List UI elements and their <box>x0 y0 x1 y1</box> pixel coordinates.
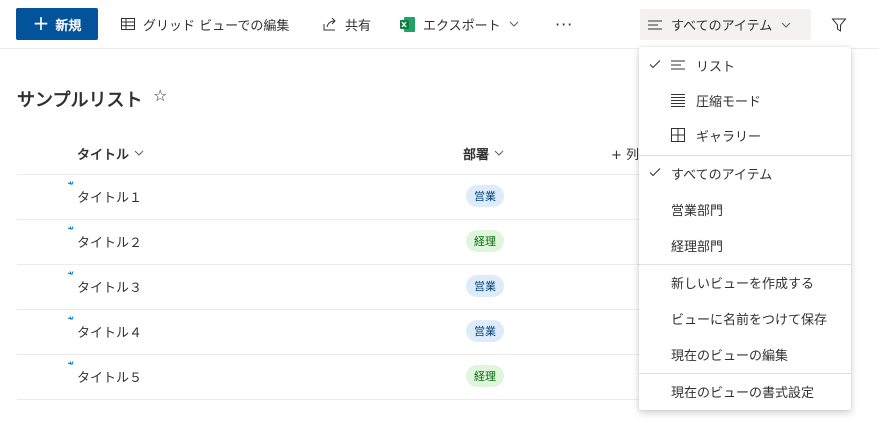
view-selector[interactable]: すべてのアイテム <box>640 9 811 40</box>
favorite-star-icon[interactable]: ☆ <box>153 86 167 105</box>
table-row[interactable]: タイトル５ 経理 <box>17 355 639 400</box>
new-button-label: 新規 <box>55 18 82 34</box>
new-item-icon <box>67 271 74 275</box>
plus-icon: + <box>32 11 50 35</box>
menu-item-label: 現在のビューの編集 <box>671 348 789 364</box>
row-title[interactable]: タイトル３ <box>77 277 142 296</box>
share-button[interactable]: 共有 <box>322 8 371 40</box>
list-icon <box>671 60 685 70</box>
compact-icon <box>671 94 685 107</box>
new-button[interactable]: + 新規 <box>16 8 98 40</box>
menu-item-gallery-layout[interactable]: ギャラリー <box>639 118 851 152</box>
new-item-icon <box>67 226 74 230</box>
menu-item-list-layout[interactable]: リスト <box>639 48 851 82</box>
menu-item-format-view[interactable]: 現在のビューの書式設定 <box>639 374 851 408</box>
share-label: 共有 <box>345 18 372 34</box>
export-button[interactable]: エクスポート <box>399 8 520 40</box>
menu-item-edit-view[interactable]: 現在のビューの編集 <box>639 337 851 371</box>
list-icon <box>648 20 662 29</box>
menu-item-label: 経理部門 <box>671 239 724 255</box>
chevron-down-icon <box>134 150 144 156</box>
dept-badge: 経理 <box>466 230 504 252</box>
menu-item-label: ギャラリー <box>696 129 762 145</box>
export-label: エクスポート <box>423 18 501 34</box>
view-options-menu: リスト 圧縮モード ギャラリー すべてのアイテム 営業部門 経理部門 新しいビュ… <box>639 47 851 410</box>
column-header-dept[interactable]: 部署 <box>463 143 505 163</box>
view-selector-label: すべてのアイテム <box>671 19 773 34</box>
new-item-icon <box>67 316 74 320</box>
filter-button[interactable] <box>826 12 852 38</box>
excel-icon <box>400 16 415 32</box>
row-title[interactable]: タイトル５ <box>77 367 142 386</box>
menu-item-label: 圧縮モード <box>696 94 762 110</box>
dept-badge: 営業 <box>466 275 504 297</box>
menu-item-label: 現在のビューの書式設定 <box>671 385 815 401</box>
table-row[interactable]: タイトル１ 営業 <box>17 175 639 220</box>
chevron-down-icon <box>494 150 504 156</box>
menu-item-label: すべてのアイテム <box>671 167 773 183</box>
column-header-title[interactable]: タイトル <box>77 143 145 163</box>
table-row[interactable]: タイトル４ 営業 <box>17 310 639 355</box>
menu-item-label: リスト <box>696 59 736 75</box>
more-button[interactable]: ··· <box>555 8 573 40</box>
row-title[interactable]: タイトル２ <box>77 232 142 251</box>
dept-badge: 営業 <box>466 185 504 207</box>
chevron-down-icon <box>781 22 791 28</box>
add-column-button[interactable]: + 列 <box>611 143 639 163</box>
more-icon: ··· <box>555 14 574 34</box>
menu-item-view-all[interactable]: すべてのアイテム <box>639 156 851 190</box>
share-icon <box>323 17 336 31</box>
grid-icon <box>121 18 135 30</box>
grid-edit-button[interactable]: グリッド ビューでの編集 <box>120 8 289 40</box>
dept-badge: 経理 <box>466 365 504 387</box>
filter-icon <box>831 18 847 32</box>
gallery-icon <box>671 128 685 142</box>
add-column-label: + 列 <box>611 147 640 163</box>
menu-item-label: 営業部門 <box>671 203 724 219</box>
table-row[interactable]: タイトル２ 経理 <box>17 220 639 265</box>
command-bar: + 新規 グリッド ビューでの編集 共有 エクスポート ··· すべてのアイテム <box>0 0 879 49</box>
new-item-icon <box>67 181 74 185</box>
menu-item-save-view-as[interactable]: ビューに名前をつけて保存 <box>639 301 851 335</box>
menu-item-view-accounting[interactable]: 経理部門 <box>639 228 851 262</box>
menu-item-create-view[interactable]: 新しいビューを作成する <box>639 265 851 299</box>
table-row[interactable]: タイトル３ 営業 <box>17 265 639 310</box>
column-header-title-label: タイトル <box>77 147 130 163</box>
menu-item-view-sales[interactable]: 営業部門 <box>639 192 851 226</box>
row-title[interactable]: タイトル４ <box>77 322 142 341</box>
chevron-down-icon <box>509 21 518 27</box>
menu-item-label: ビューに名前をつけて保存 <box>671 312 828 328</box>
column-header-dept-label: 部署 <box>463 147 490 163</box>
checkmark-icon <box>649 60 661 69</box>
row-title[interactable]: タイトル１ <box>77 187 142 206</box>
grid-edit-label: グリッド ビューでの編集 <box>143 18 290 34</box>
checkmark-icon <box>649 168 661 177</box>
new-item-icon <box>67 361 74 365</box>
page-title: サンプルリスト <box>17 90 143 111</box>
menu-item-label: 新しいビューを作成する <box>671 276 815 292</box>
menu-item-compact-layout[interactable]: 圧縮モード <box>639 83 851 117</box>
dept-badge: 営業 <box>466 320 504 342</box>
